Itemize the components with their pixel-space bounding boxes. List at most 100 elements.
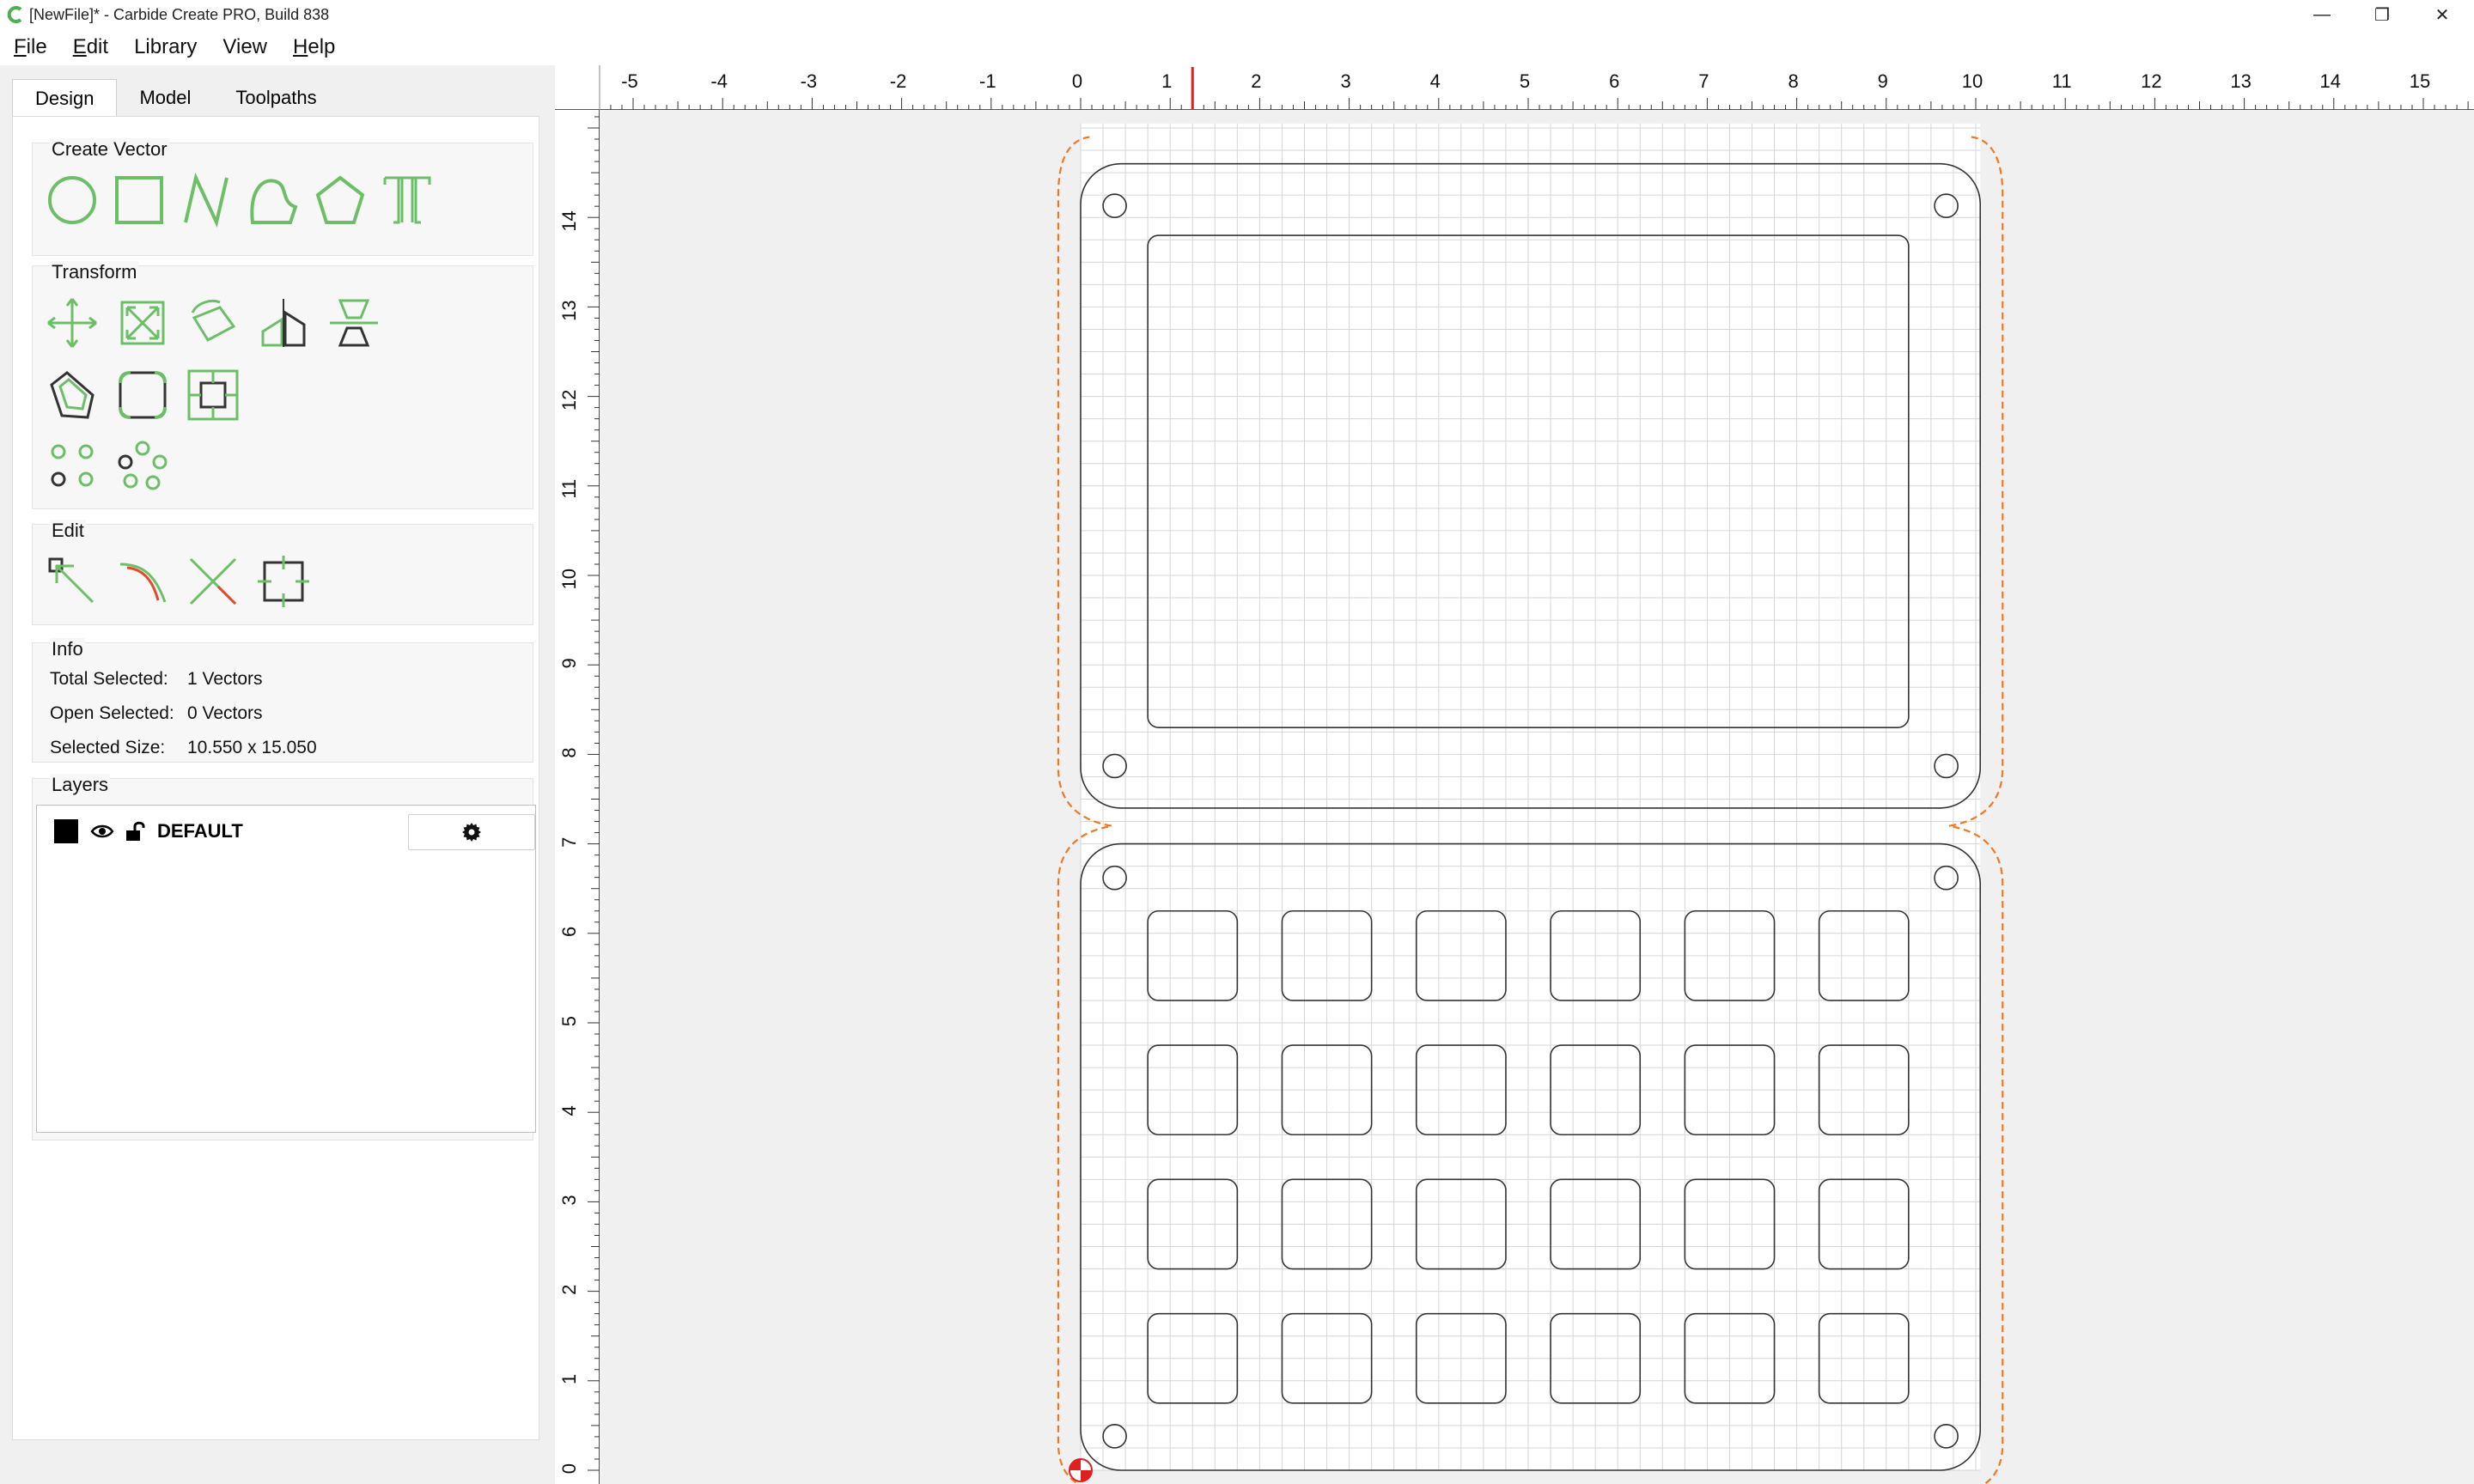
layers-title: Layers [50,774,111,796]
ruler-label-x: -3 [801,70,818,92]
canvas-area: -5 -4 -3 -2 -1 0 1 2 3 4 5 6 7 8 9 10 11 12 13 14 15 0123456… [555,65,2474,1484]
minimize-button[interactable]: — [2292,0,2352,29]
polyline-tool-icon[interactable] [179,173,234,228]
text-tool-icon[interactable] [380,173,435,228]
ruler-label-y: 10 [558,569,580,589]
menu-help[interactable]: Help [293,35,335,59]
menu-library[interactable]: Library [134,35,197,59]
tab-toolpaths[interactable]: Toolpaths [213,79,338,117]
boundary-tool-icon[interactable] [186,368,241,423]
gear-icon [462,823,481,842]
align-tool-icon[interactable] [326,295,381,350]
info-group: Info Total Selected: 1 Vectors Open Selec… [32,638,533,763]
total-selected-value: 1 Vectors [187,669,263,689]
ruler-label-x: 1 [1161,70,1172,92]
ruler-label-y: 5 [558,1016,580,1026]
ruler-label-x: 3 [1340,70,1350,92]
carbide-logo-icon [7,6,22,23]
trim-tool-icon[interactable] [186,554,241,609]
ruler-label-y: 13 [558,300,580,320]
open-selected-value: 0 Vectors [187,703,263,723]
ruler-label-y: 3 [558,1195,580,1205]
grid-array-tool-icon[interactable] [45,438,100,493]
ruler-label-x: 4 [1430,70,1441,92]
tab-model[interactable]: Model [117,79,213,117]
ruler-label-x: 13 [2230,70,2251,92]
open-selected-row: Open Selected: 0 Vectors [50,703,263,724]
ruler-background [555,65,2474,110]
menu-file[interactable]: File [14,35,47,59]
ruler-label-y: 8 [558,747,580,757]
transform-title: Transform [50,261,139,283]
fillet-tool-icon[interactable] [115,368,170,423]
close-button[interactable]: ✕ [2412,0,2472,29]
edit-title: Edit [50,520,86,542]
ruler-label-x: 12 [2141,70,2161,92]
layer-settings-button[interactable] [408,814,535,850]
ruler-label-x: 6 [1609,70,1619,92]
ruler-label-y: 14 [558,210,580,231]
ruler-label-x: 10 [1962,70,1983,92]
transform-group: Transform [32,261,533,509]
eye-icon[interactable] [90,823,114,840]
ruler-label-y: 0 [558,1463,580,1474]
unlock-icon[interactable] [125,820,145,842]
rotate-tool-icon[interactable] [186,295,241,350]
ruler-label-x: -4 [710,70,728,92]
edit-group: Edit [32,520,533,625]
ruler-label-y: 4 [558,1105,580,1116]
menu-edit[interactable]: Edit [73,35,108,59]
ruler-label-x: -5 [621,70,638,92]
ruler-label-y: 9 [558,658,580,668]
restore-button[interactable]: ❐ [2352,0,2412,29]
ruler-label-x: 9 [1878,70,1888,92]
ruler-label-x: 8 [1788,70,1798,92]
tab-bar: Design Model Toolpaths [12,79,339,117]
ruler-label-x: 7 [1698,70,1709,92]
circular-array-tool-icon[interactable] [115,438,170,493]
ruler-label-y: 1 [558,1374,580,1384]
ruler-label-x: 11 [2052,70,2072,92]
ruler-label-x: 0 [1072,70,1082,92]
layer-color-swatch[interactable] [54,819,78,843]
layers-list: DEFAULT [36,805,536,1133]
join-tool-icon[interactable] [115,554,170,609]
ruler-label-y: 6 [558,927,580,937]
total-selected-label: Total Selected: [50,669,168,689]
selected-size-label: Selected Size: [50,738,166,757]
menu-view[interactable]: View [222,35,267,59]
move-tool-icon[interactable] [45,295,100,350]
left-panel: Design Model Toolpaths Create Vector Tra… [0,65,550,1484]
ruler-label-x: 5 [1520,70,1530,92]
window-title: [NewFile]* - Carbide Create PRO, Build 8… [29,6,330,23]
bounding-box-tool-icon[interactable] [256,554,311,609]
horizontal-ruler: -5 -4 -3 -2 -1 0 1 2 3 4 5 6 7 8 9 10 11 12 13 14 15 [555,65,2474,110]
ruler-label-y: 7 [558,837,580,848]
open-selected-label: Open Selected: [50,703,174,723]
circle-tool-icon[interactable] [45,173,100,228]
rectangle-tool-icon[interactable] [112,173,167,228]
info-title: Info [50,638,85,660]
tab-design[interactable]: Design [12,79,118,117]
ruler-label-y: 2 [558,1285,580,1295]
ruler-label-x: 2 [1251,70,1261,92]
mirror-tool-icon[interactable] [256,295,311,350]
layer-name: DEFAULT [157,820,243,842]
title-bar: [NewFile]* - Carbide Create PRO, Build 8… [0,0,2474,29]
curve-tool-icon[interactable] [246,173,301,228]
ruler-label-x: -1 [979,70,996,92]
layer-row[interactable]: DEFAULT [54,812,535,850]
polygon-tool-icon[interactable] [313,173,368,228]
ruler-label-y: 11 [558,479,580,499]
ruler-label-y: 12 [558,390,580,411]
drawing-canvas[interactable] [600,110,2474,1484]
total-selected-row: Total Selected: 1 Vectors [50,669,263,690]
scale-tool-icon[interactable] [115,295,170,350]
vertical-ruler: 01234567891011121314 [555,110,600,1484]
ruler-label-x: 14 [2320,70,2341,92]
create-vector-group: Create Vector [32,138,533,256]
node-edit-tool-icon[interactable] [45,554,100,609]
offset-tool-icon[interactable] [45,368,100,423]
layers-group: Layers DEFAULT [32,774,536,1140]
ruler-label-x: 15 [2410,70,2430,92]
